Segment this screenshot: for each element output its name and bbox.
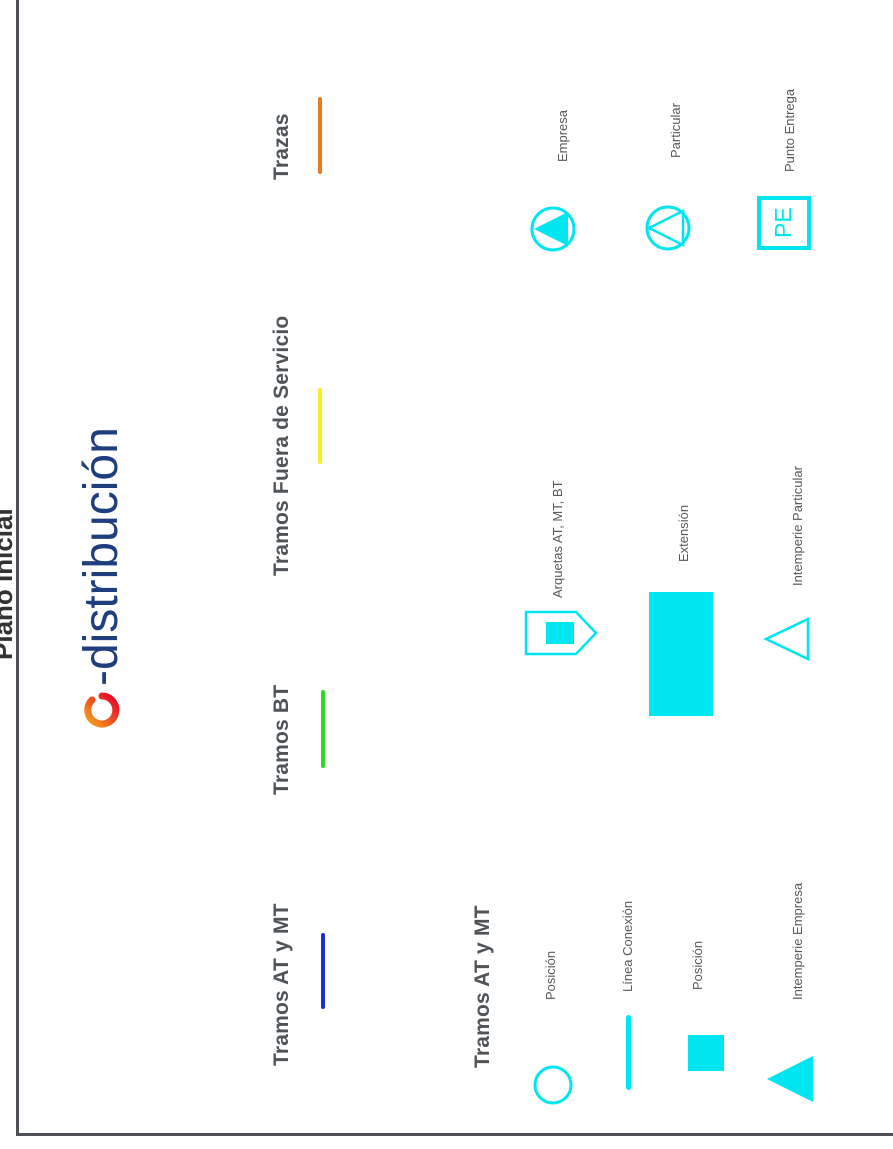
legend-label-bt: Tramos BT [270,684,293,795]
legend-label-at-mt: Tramos AT y MT [270,903,293,1066]
e-logo-icon [84,692,120,728]
symbols-section-title: Tramos AT y MT [471,905,494,1068]
symbol-label-posicion-square: Posición [690,940,705,990]
brand-name: -distribución [75,427,128,686]
symbol-label-punto-entrega: Punto Entrega [782,88,797,172]
triangle-outline-icon [763,617,810,661]
symbol-label-arquetas: Arquetas AT, MT, BT [550,480,565,598]
filled-square-icon [688,1035,724,1071]
pe-box-text: PE [770,207,796,238]
symbol-label-extension: Extensión [676,504,691,562]
filled-rectangle-icon [649,592,713,716]
symbol-label-empresa: Empresa [555,109,570,162]
symbol-label-intemperie-particular: Intemperie Particular [790,466,805,586]
line-swatch-bt [321,690,325,768]
legend-frame [16,0,893,1136]
line-icon [626,1015,631,1090]
line-swatch-at-mt [321,933,325,1009]
line-swatch-trazas [318,97,322,174]
symbol-label-posicion-circle: Posición [543,950,558,1000]
circle-filled-triangle-icon [530,206,576,252]
filled-triangle-icon [767,1056,813,1102]
page-title: Plano Inicial [0,508,18,660]
line-swatch-fuera-servicio [318,388,322,464]
circle-outline-icon [533,1065,573,1105]
legend-label-fuera-servicio: Tramos Fuera de Servicio [270,315,293,576]
symbol-label-linea-conexion: Línea Conexión [620,900,635,992]
house-icon [524,610,598,656]
symbol-label-particular: Particular [668,103,683,158]
symbol-label-intemperie-empresa: Intemperie Empresa [790,882,805,1000]
legend-label-trazas: Trazas [270,113,293,180]
circle-triangle-outline-icon [645,205,691,251]
